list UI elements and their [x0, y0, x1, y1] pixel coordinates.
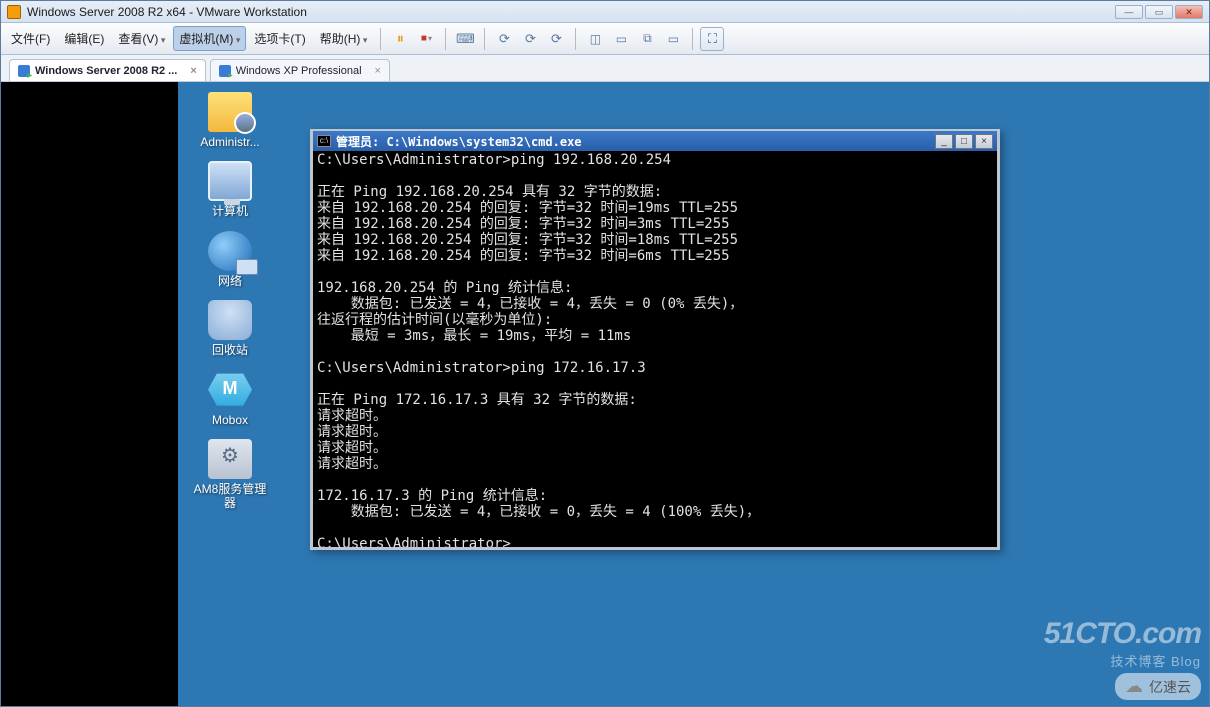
- stop-vm-button[interactable]: ■ ▾: [414, 27, 438, 51]
- view-unity-button[interactable]: ▭: [661, 27, 685, 51]
- snapshot-revert-icon: ⟳: [525, 31, 536, 47]
- mobox-icon: [208, 370, 252, 410]
- cmd-title-text: 管理员: C:\Windows\system32\cmd.exe: [336, 133, 930, 150]
- pause-icon: ⏸: [397, 30, 404, 47]
- vm-running-icon: [18, 65, 30, 77]
- desktop-icon-label: AM8服务管理器: [190, 482, 270, 511]
- snapshot-mgr-icon: ⟳: [551, 31, 562, 47]
- cmd-minimize-button[interactable]: _: [935, 134, 953, 149]
- window-title: Windows Server 2008 R2 x64 - VMware Work…: [27, 5, 1109, 19]
- desktop-icon-label: 计算机: [190, 204, 270, 218]
- minimize-button[interactable]: —: [1115, 5, 1143, 19]
- menu-file[interactable]: 文件(F): [5, 26, 56, 51]
- fullscreen-icon: ⛶: [708, 31, 717, 47]
- maximize-button[interactable]: ▭: [1145, 5, 1173, 19]
- guest-desktop[interactable]: Administr... 计算机 网络 回收站 Mobox: [178, 82, 1209, 706]
- desktop-icon-am8[interactable]: AM8服务管理器: [190, 439, 270, 511]
- view-console-button[interactable]: ▭: [609, 27, 633, 51]
- recycle-bin-icon: [208, 300, 252, 340]
- vmware-app-icon: [7, 5, 21, 19]
- watermark-51cto-big: 51CTO.com: [1044, 617, 1201, 651]
- computer-icon: [208, 161, 252, 201]
- cloud-icon: ☁: [1125, 676, 1143, 697]
- desktop-icon-recycle-bin[interactable]: 回收站: [190, 300, 270, 357]
- desktop-icon-label: 网络: [190, 274, 270, 288]
- menu-tabs[interactable]: 选项卡(T): [248, 26, 311, 51]
- am8-service-icon: [208, 439, 252, 479]
- separator: [575, 28, 576, 50]
- watermark-51cto-small: 技术博客 Blog: [1044, 651, 1201, 670]
- menu-help[interactable]: 帮助(H): [314, 26, 374, 51]
- snapshot-icon: ⟳: [499, 31, 510, 47]
- desktop-icons-area: Administr... 计算机 网络 回收站 Mobox: [190, 92, 270, 523]
- cmd-titlebar[interactable]: c:\ 管理员: C:\Windows\system32\cmd.exe _ □…: [313, 131, 997, 151]
- view-console-icon: ▭: [616, 32, 627, 46]
- cmd-window[interactable]: c:\ 管理员: C:\Windows\system32\cmd.exe _ □…: [310, 129, 1000, 550]
- vm-tab-strip: Windows Server 2008 R2 ... × Windows XP …: [1, 55, 1209, 82]
- menu-view[interactable]: 查看(V): [112, 26, 171, 51]
- watermark-yisu-text: 亿速云: [1149, 677, 1191, 697]
- close-button[interactable]: ✕: [1175, 5, 1203, 19]
- network-icon: [208, 231, 252, 271]
- close-icon[interactable]: ×: [375, 65, 381, 77]
- send-keys-button[interactable]: ⌨: [453, 27, 477, 51]
- watermark-51cto: 51CTO.com 技术博客 Blog: [1044, 617, 1201, 670]
- cmd-maximize-button[interactable]: □: [955, 134, 973, 149]
- keys-icon: ⌨: [456, 31, 475, 47]
- cmd-prompt-icon: c:\: [317, 135, 331, 147]
- separator: [380, 28, 381, 50]
- view-unity-icon: ▭: [668, 32, 679, 46]
- view-multiple-icon: ⧉: [643, 31, 652, 46]
- close-icon[interactable]: ×: [190, 65, 196, 77]
- vm-viewport[interactable]: Administr... 计算机 网络 回收站 Mobox: [1, 82, 1209, 706]
- view-single-button[interactable]: ◫: [583, 27, 607, 51]
- snapshot-manager-button[interactable]: ⟳: [544, 27, 568, 51]
- vm-tab-winxp[interactable]: Windows XP Professional ×: [210, 59, 390, 81]
- desktop-icon-administrator[interactable]: Administr...: [190, 92, 270, 149]
- separator: [692, 28, 693, 50]
- view-multiple-button[interactable]: ⧉: [635, 27, 659, 51]
- stop-icon: ■: [421, 33, 427, 44]
- folder-user-icon: [208, 92, 252, 132]
- desktop-icon-label: Mobox: [190, 413, 270, 427]
- menu-vm[interactable]: 虚拟机(M): [173, 26, 246, 51]
- vm-tab-label: Windows Server 2008 R2 ...: [35, 65, 177, 77]
- desktop-icon-mobox[interactable]: Mobox: [190, 370, 270, 427]
- desktop-icon-label: Administr...: [190, 135, 270, 149]
- separator: [484, 28, 485, 50]
- pause-vm-button[interactable]: ⏸: [388, 27, 412, 51]
- cmd-output[interactable]: C:\Users\Administrator>ping 192.168.20.2…: [313, 151, 997, 547]
- menu-toolbar: 文件(F) 编辑(E) 查看(V) 虚拟机(M) 选项卡(T) 帮助(H) ⏸ …: [1, 23, 1209, 55]
- desktop-icon-computer[interactable]: 计算机: [190, 161, 270, 218]
- fullscreen-button[interactable]: ⛶: [700, 27, 724, 51]
- vm-tab-server2008[interactable]: Windows Server 2008 R2 ... ×: [9, 59, 206, 81]
- menu-edit[interactable]: 编辑(E): [58, 26, 110, 51]
- snapshot-revert-button[interactable]: ⟳: [518, 27, 542, 51]
- separator: [445, 28, 446, 50]
- cmd-close-button[interactable]: ×: [975, 134, 993, 149]
- desktop-icon-label: 回收站: [190, 343, 270, 357]
- desktop-icon-network[interactable]: 网络: [190, 231, 270, 288]
- vmware-titlebar: Windows Server 2008 R2 x64 - VMware Work…: [1, 1, 1209, 23]
- vm-running-icon: [219, 65, 231, 77]
- view-single-icon: ◫: [590, 32, 601, 46]
- watermark-yisu: ☁ 亿速云: [1115, 673, 1201, 700]
- snapshot-take-button[interactable]: ⟳: [492, 27, 516, 51]
- vm-tab-label: Windows XP Professional: [236, 65, 362, 77]
